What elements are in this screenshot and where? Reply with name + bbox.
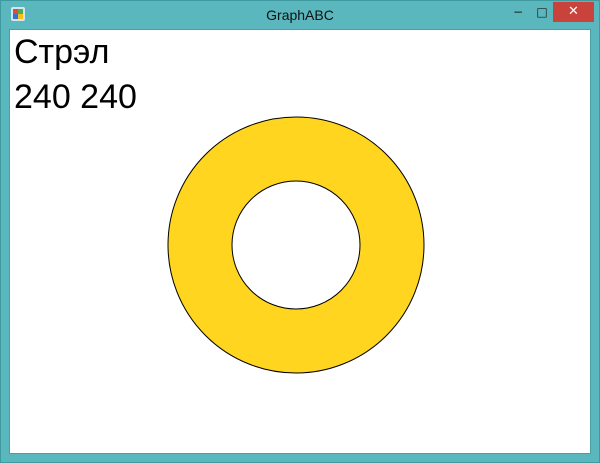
maximize-button[interactable]: □ — [531, 2, 553, 22]
graphics-canvas: Стрэл 240 240 — [9, 29, 591, 454]
ring-hole — [231, 180, 361, 310]
minimize-button[interactable]: − — [505, 2, 531, 22]
canvas-text-line-1: Стрэл — [14, 33, 110, 71]
minimize-icon: − — [512, 5, 524, 19]
canvas-text-line-2: 240 240 — [14, 78, 137, 116]
close-button[interactable]: ✕ — [553, 2, 594, 22]
title-bar[interactable]: GraphABC − □ ✕ — [1, 1, 599, 29]
maximize-icon: □ — [536, 5, 548, 19]
application-window: GraphABC − □ ✕ Стрэл 240 240 — [0, 0, 600, 463]
close-icon: ✕ — [568, 4, 579, 19]
